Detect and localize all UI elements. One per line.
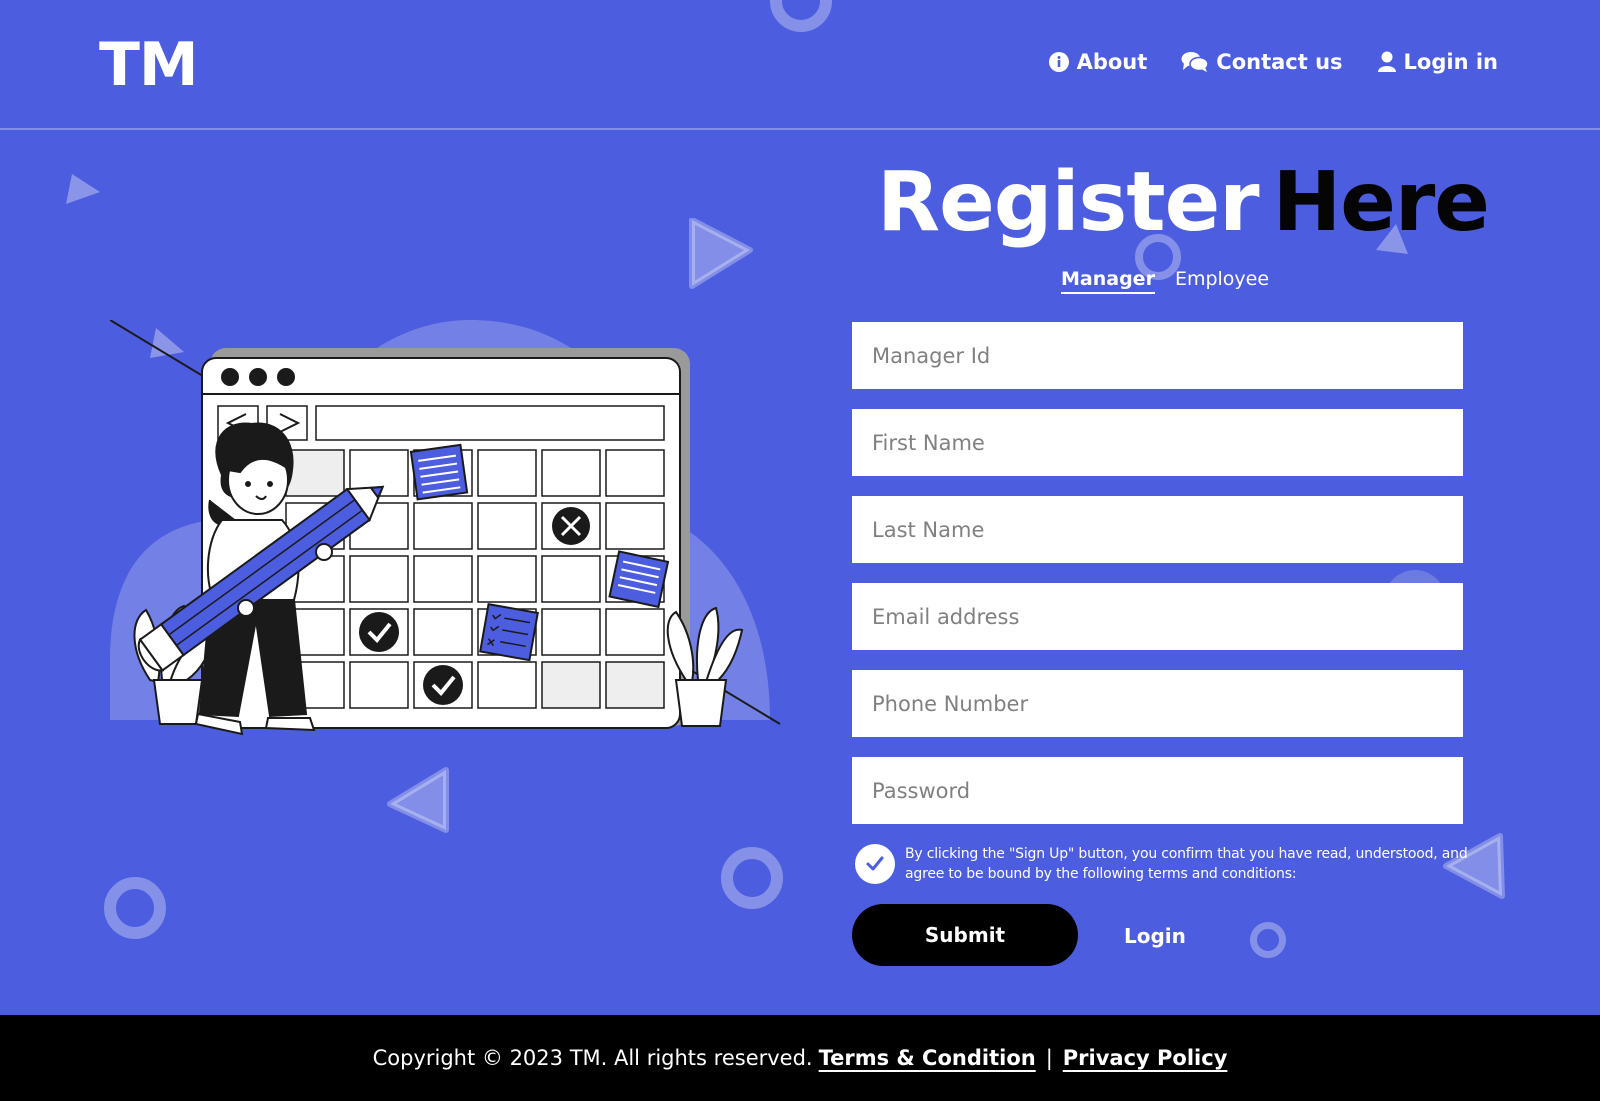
register-form bbox=[852, 322, 1463, 844]
chat-bubbles-icon bbox=[1181, 52, 1210, 72]
info-circle-icon bbox=[1048, 52, 1069, 72]
decor-triangle bbox=[387, 767, 449, 833]
last-name-input[interactable] bbox=[852, 496, 1463, 563]
terms-checkbox[interactable] bbox=[855, 844, 895, 884]
nav-about[interactable]: About bbox=[1048, 50, 1148, 74]
nav-about-label: About bbox=[1076, 50, 1148, 74]
calendar-illustration bbox=[110, 320, 781, 736]
login-link[interactable]: Login bbox=[1124, 924, 1186, 948]
role-tabs: Manager Employee bbox=[1061, 268, 1269, 294]
register-page: TM About Contact us Login in Register He… bbox=[0, 0, 1600, 1101]
page-title-part1: Register bbox=[877, 155, 1260, 250]
page-title: Register Here bbox=[877, 155, 1490, 250]
email-input[interactable] bbox=[852, 583, 1463, 650]
password-input[interactable] bbox=[852, 757, 1463, 824]
decor-ring bbox=[721, 847, 783, 909]
manager-id-input[interactable] bbox=[852, 322, 1463, 389]
nav-login-label: Login in bbox=[1403, 50, 1498, 74]
copyright-text: Copyright © 2023 TM. All rights reserved… bbox=[372, 1046, 813, 1070]
site-footer: Copyright © 2023 TM. All rights reserved… bbox=[0, 1015, 1600, 1101]
nav-login[interactable]: Login in bbox=[1377, 50, 1498, 74]
page-title-part2: Here bbox=[1272, 155, 1490, 250]
terms-link[interactable]: Terms & Condition bbox=[819, 1046, 1036, 1070]
tab-manager[interactable]: Manager bbox=[1061, 268, 1155, 294]
decor-triangle bbox=[66, 174, 100, 204]
nav-contact-label: Contact us bbox=[1216, 50, 1343, 74]
decor-ring bbox=[104, 877, 166, 939]
decor-triangle bbox=[689, 218, 753, 289]
footer-separator: | bbox=[1045, 1046, 1053, 1070]
checkmark-icon bbox=[866, 856, 884, 871]
tab-employee[interactable]: Employee bbox=[1175, 268, 1269, 294]
user-icon bbox=[1377, 51, 1396, 72]
terms-agreement: By clicking the "Sign Up" button, you co… bbox=[855, 844, 1475, 884]
terms-text: By clicking the "Sign Up" button, you co… bbox=[905, 846, 1468, 882]
site-header: TM About Contact us Login in bbox=[0, 0, 1600, 130]
decor-ring bbox=[1250, 922, 1286, 958]
first-name-input[interactable] bbox=[852, 409, 1463, 476]
phone-input[interactable] bbox=[852, 670, 1463, 737]
main-nav: About Contact us Login in bbox=[1048, 50, 1498, 74]
logo[interactable]: TM bbox=[99, 30, 199, 100]
privacy-link[interactable]: Privacy Policy bbox=[1063, 1046, 1228, 1070]
nav-contact[interactable]: Contact us bbox=[1181, 50, 1343, 74]
submit-button[interactable]: Submit bbox=[852, 904, 1078, 966]
